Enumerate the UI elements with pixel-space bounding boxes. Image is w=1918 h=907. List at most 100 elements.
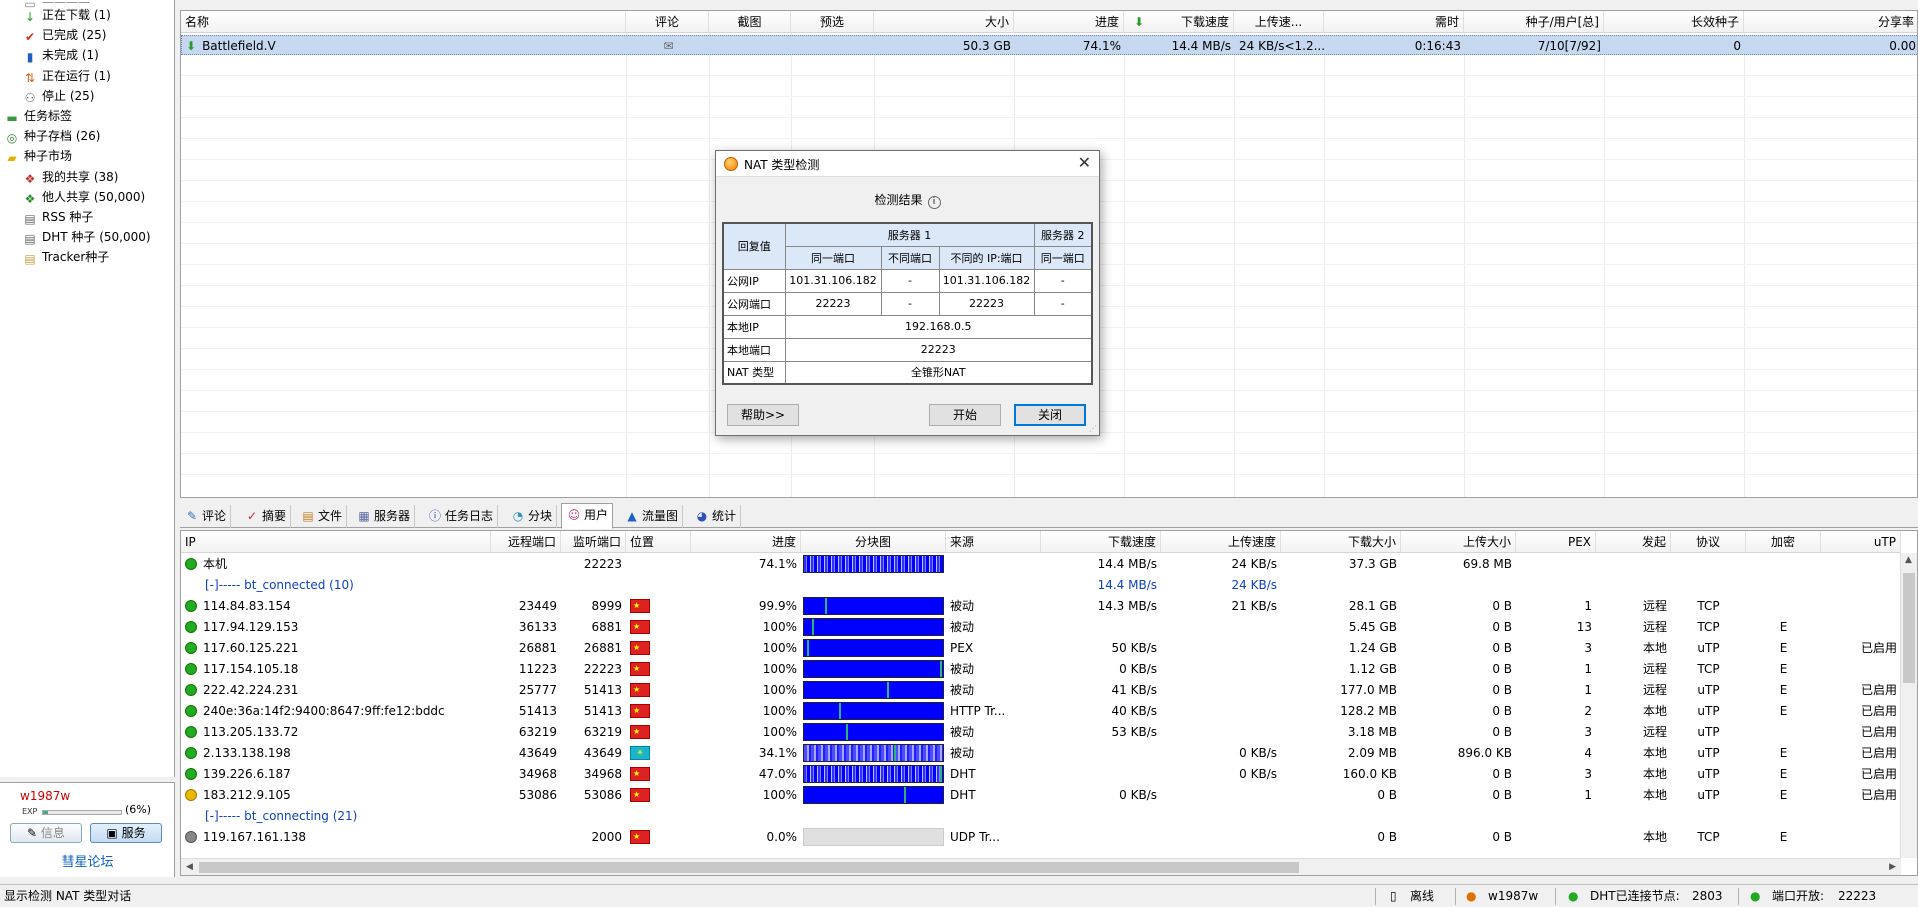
col-down-speed[interactable]: 下载速度 [1041, 531, 1161, 553]
help-button[interactable]: 帮助>> [727, 404, 799, 426]
sidebar-item-completed[interactable]: ✔ 已完成 (25) [22, 25, 106, 45]
vertical-scrollbar[interactable]: ▲ [1900, 553, 1917, 858]
service-button[interactable]: ▣ 服务 [90, 823, 162, 843]
col-protocol[interactable]: 协议 [1671, 531, 1746, 553]
col-up-speed[interactable]: 上传速度 [1161, 531, 1281, 553]
sidebar-item-tracker-torrents[interactable]: ▤ Tracker种子 [22, 247, 109, 267]
peer-ip: 119.167.161.138 [181, 827, 491, 847]
tab-task-log[interactable]: ⓘ 任务日志 [423, 505, 499, 528]
tab-pieces[interactable]: ◔ 分块 [506, 505, 558, 528]
col-initiator[interactable]: 发起 [1596, 531, 1671, 553]
same-port-header: 同一端口 [784, 245, 882, 270]
group-connected[interactable]: [-]----- bt_connected (10) [201, 575, 501, 595]
col-name[interactable]: 名称 [181, 11, 626, 33]
protocol: uTP [1697, 725, 1720, 739]
down-size: 3.18 MB [1347, 725, 1397, 739]
horizontal-scrollbar[interactable]: ◀ ▶ [181, 858, 1901, 875]
col-listen-port[interactable]: 监听端口 [561, 531, 626, 553]
col-seeds[interactable]: 种子/用户[总] [1464, 11, 1604, 33]
scroll-thumb[interactable] [1903, 573, 1915, 683]
col-comment[interactable]: 评论 [626, 11, 709, 33]
col-location[interactable]: 位置 [626, 531, 691, 553]
tab-peers[interactable]: ☺ 用户 [561, 503, 614, 529]
dialog-titlebar[interactable]: NAT 类型检测 ✕ [716, 151, 1099, 177]
sidebar-item-torrent-archive[interactable]: ◎ 种子存档 (26) [4, 126, 101, 146]
sidebar-item-downloading[interactable]: ↓ 正在下载 (1) [22, 5, 111, 25]
sidebar-item-task-tags[interactable]: ▬ 任务标签 [4, 106, 72, 126]
col-utp[interactable]: uTP [1821, 531, 1901, 553]
tab-stats[interactable]: ◕ 统计 [690, 505, 742, 528]
info-icon[interactable]: i [927, 196, 941, 209]
col-piece-map[interactable]: 分块图 [801, 531, 946, 553]
group-connecting[interactable]: [-]----- bt_connecting (21) [201, 806, 501, 826]
close-button[interactable]: 关闭 [1014, 404, 1086, 426]
listen-port: 6881 [591, 620, 622, 634]
col-source[interactable]: 来源 [946, 531, 1041, 553]
status-ok-icon [185, 663, 197, 675]
torrent-ratio: 0.00 [1889, 39, 1916, 53]
col-up-speed[interactable]: 上传速... [1234, 11, 1324, 33]
tracker-torrents-icon: ▤ [24, 252, 36, 267]
sidebar-item-label: 停止 (25) [42, 88, 95, 103]
sidebar-item-torrent-market[interactable]: ▰ 种子市场 [4, 146, 72, 166]
col-encryption[interactable]: 加密 [1746, 531, 1821, 553]
col-up-size[interactable]: 上传大小 [1401, 531, 1516, 553]
status-ok-icon [185, 768, 197, 780]
peer-source: 被动 [950, 725, 975, 739]
local-ip-label: 本地IP [722, 314, 786, 339]
tab-servers[interactable]: ▦ 服务器 [352, 505, 416, 528]
col-eta[interactable]: 需时 [1324, 11, 1464, 33]
forum-link[interactable]: 彗星论坛 [0, 851, 175, 870]
peer-progress: 100% [762, 662, 797, 676]
sidebar-item-label: 未完成 (1) [42, 48, 99, 63]
col-screenshot[interactable]: 截图 [709, 11, 791, 33]
comment-icon[interactable]: ✉ [627, 36, 710, 56]
col-down-speed[interactable]: ⬇ 下载速度 [1124, 11, 1234, 33]
col-down-size[interactable]: 下载大小 [1281, 531, 1401, 553]
scroll-right-icon[interactable]: ▶ [1889, 862, 1896, 872]
down-size: 160.0 KB [1342, 767, 1397, 781]
sidebar-item-dht-torrents[interactable]: ▤ DHT 种子 (50,000) [22, 227, 150, 247]
torrent-row[interactable]: ⬇ Battlefield.V ✉ 50.3 GB 74.1% 14.4 MB/s… [181, 35, 1917, 56]
tab-files[interactable]: ▤ 文件 [296, 505, 348, 528]
status-ok-icon [185, 726, 197, 738]
tab-summary[interactable]: ✓ 摘要 [240, 505, 292, 528]
start-button[interactable]: 开始 [929, 404, 1001, 426]
col-preview[interactable]: 预选 [791, 11, 874, 33]
scroll-thumb[interactable] [199, 862, 1299, 873]
col-remote-port[interactable]: 远程端口 [491, 531, 561, 553]
info-button[interactable]: ✎ 信息 [10, 823, 82, 843]
col-progress[interactable]: 进度 [1014, 11, 1124, 33]
sidebar-item-my-shares[interactable]: ❖ 我的共享 (38) [22, 167, 119, 187]
col-ip[interactable]: IP [181, 531, 491, 553]
scroll-up-icon[interactable]: ▲ [1905, 555, 1912, 565]
tab-comments[interactable]: ✎ 评论 [180, 505, 232, 528]
piece-marker [838, 703, 841, 719]
sidebar-item-stopped[interactable]: ⚇ 停止 (25) [22, 86, 95, 106]
col-progress[interactable]: 进度 [691, 531, 801, 553]
col-size[interactable]: 大小 [874, 11, 1014, 33]
task-tags-icon: ▬ [6, 111, 18, 125]
sidebar-item-incomplete[interactable]: ▮ 未完成 (1) [22, 45, 99, 65]
peer-ip: 139.226.6.187 [181, 764, 491, 784]
china-flag-icon: ★ [630, 599, 650, 613]
sidebar-item-rss-torrents[interactable]: ▤ RSS 种子 [22, 207, 93, 227]
col-long-seeds[interactable]: 长效种子 [1604, 11, 1744, 33]
tab-traffic-graph[interactable]: ▲ 流量图 [620, 505, 684, 528]
up-speed [1161, 701, 1281, 721]
sidebar-item-others-shares[interactable]: ❖ 他人共享 (50,000) [22, 187, 146, 207]
down-size: 128.2 MB [1340, 704, 1397, 718]
status-connecting-icon [185, 831, 197, 843]
resize-grip-icon[interactable]: ⋰ [1089, 424, 1097, 433]
peer-ip: 2.133.138.198 [181, 743, 491, 763]
nat-dialog: NAT 类型检测 ✕ 检测结果 i 回复值 服务器 1 服务器 2 同一端口 不同… [715, 150, 1100, 436]
col-pex[interactable]: PEX [1516, 531, 1596, 553]
col-ratio[interactable]: 分享率 [1744, 11, 1917, 33]
close-icon[interactable]: ✕ [1078, 153, 1091, 173]
peer-source: 被动 [950, 662, 975, 676]
down-speed [1041, 617, 1161, 637]
listen-port: 51413 [583, 683, 622, 697]
sidebar-item-running[interactable]: ⇅ 正在运行 (1) [22, 66, 111, 86]
scroll-left-icon[interactable]: ◀ [186, 862, 193, 872]
nat-type-label: NAT 类型 [722, 360, 786, 385]
